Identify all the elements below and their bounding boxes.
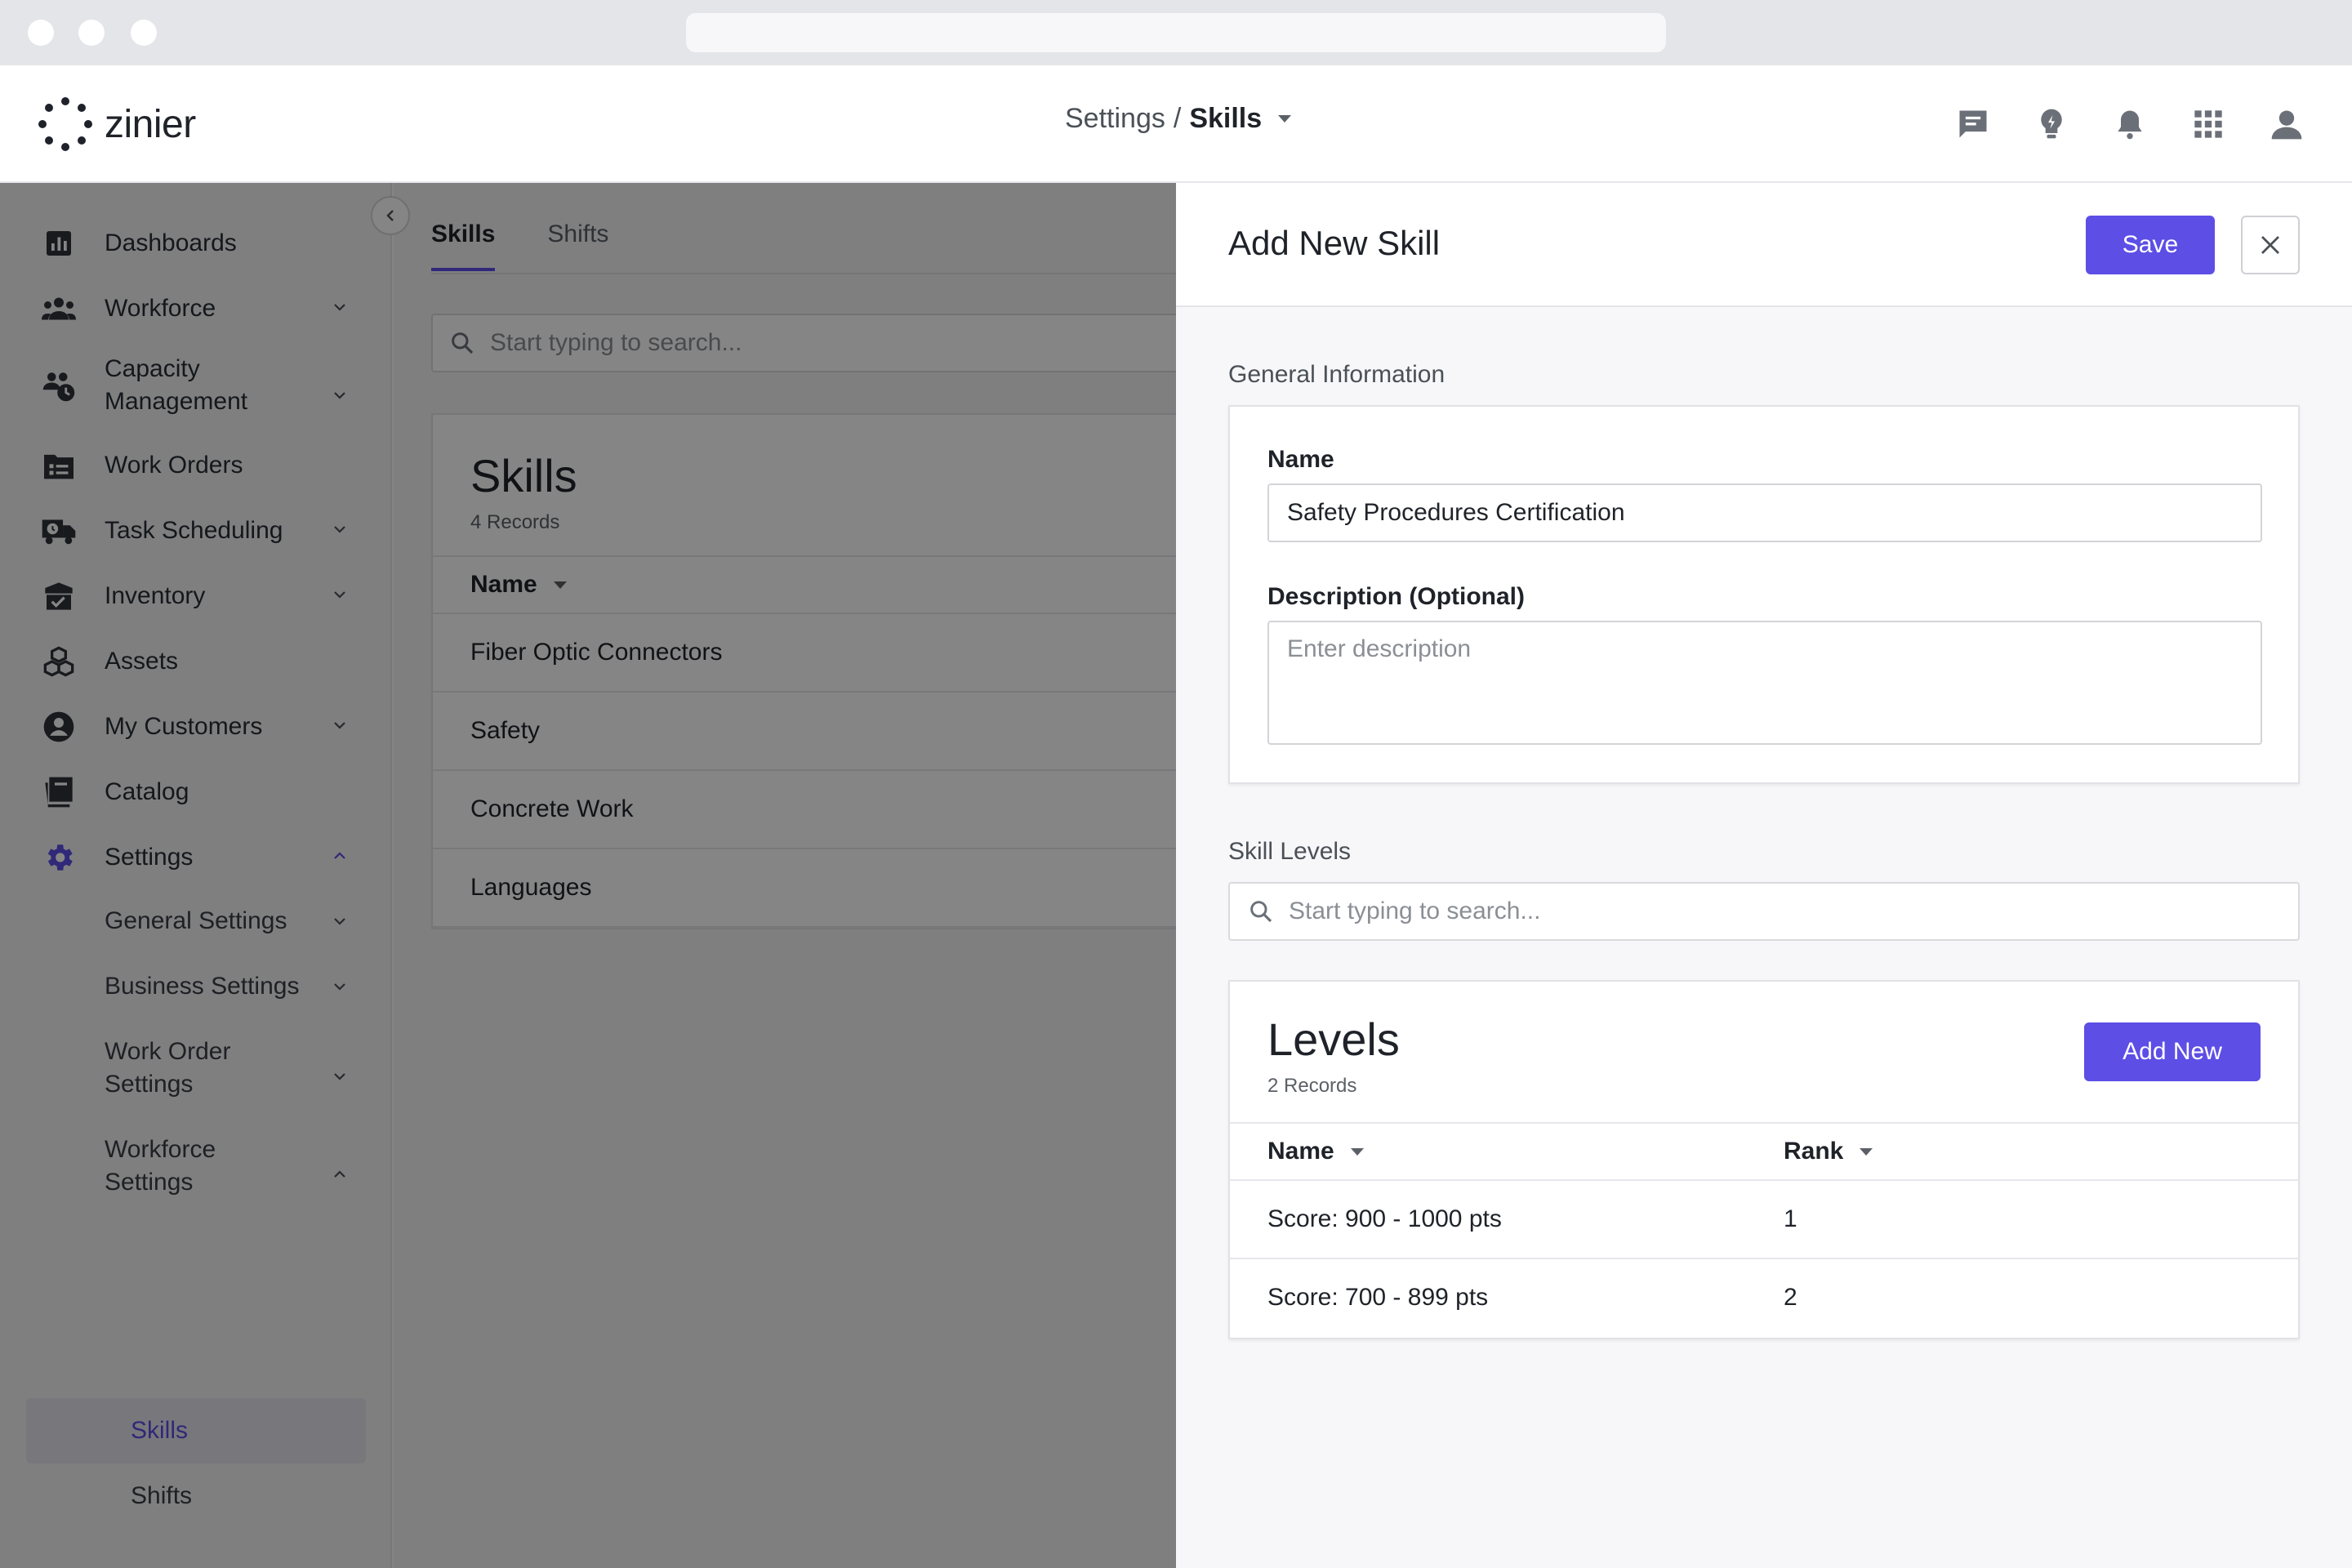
column-header-label: Name bbox=[1267, 1138, 1334, 1165]
app-header: zinier Settings / Skills bbox=[0, 65, 2352, 183]
sort-icon[interactable] bbox=[1860, 1147, 1873, 1156]
breadcrumb-current: Skills bbox=[1189, 103, 1263, 134]
add-skill-drawer: Add New Skill Save General Information N… bbox=[1176, 183, 2352, 1568]
levels-title: Levels bbox=[1267, 1013, 1400, 1065]
breadcrumb-parent[interactable]: Settings bbox=[1065, 103, 1165, 135]
zinier-logo[interactable]: zinier bbox=[38, 96, 196, 152]
header-actions bbox=[1916, 103, 2308, 145]
column-header-label: Rank bbox=[1784, 1138, 1844, 1165]
name-label: Name bbox=[1267, 446, 1334, 473]
levels-table-header: Name Rank bbox=[1230, 1122, 2298, 1181]
general-information-card: Name Description (Optional) bbox=[1228, 405, 2300, 784]
add-new-level-button[interactable]: Add New bbox=[2084, 1022, 2261, 1081]
search-icon bbox=[1250, 901, 1272, 923]
search-placeholder: Start typing to search... bbox=[1289, 898, 1541, 924]
breadcrumb[interactable]: Settings / Skills bbox=[1065, 103, 1292, 135]
level-rank: 1 bbox=[1784, 1205, 1797, 1232]
levels-record-count: 2 Records bbox=[1267, 1075, 1357, 1097]
drawer-header: Add New Skill Save bbox=[1176, 183, 2352, 307]
browser-chrome bbox=[0, 0, 2352, 65]
modal-backdrop[interactable] bbox=[0, 183, 1176, 1568]
levels-search-input[interactable]: Start typing to search... bbox=[1228, 882, 2300, 941]
column-header-name[interactable]: Name bbox=[1267, 1124, 1364, 1179]
user-icon[interactable] bbox=[2265, 103, 2308, 145]
logo-mark-icon bbox=[38, 97, 92, 151]
window-minimize-dot[interactable] bbox=[78, 20, 105, 46]
name-input[interactable] bbox=[1267, 483, 2262, 542]
sort-icon[interactable] bbox=[1350, 1147, 1364, 1156]
table-row[interactable]: Score: 700 - 899 pts 2 bbox=[1230, 1259, 2298, 1338]
window-maximize-dot[interactable] bbox=[131, 20, 157, 46]
level-name: Score: 900 - 1000 pts bbox=[1267, 1205, 1502, 1232]
level-name: Score: 700 - 899 pts bbox=[1267, 1284, 1489, 1311]
lightbulb-icon[interactable] bbox=[2030, 103, 2073, 145]
logo-text: zinier bbox=[105, 102, 196, 146]
window-close-dot[interactable] bbox=[28, 20, 54, 46]
level-rank: 2 bbox=[1784, 1284, 1797, 1311]
close-button[interactable] bbox=[2241, 216, 2300, 274]
save-button[interactable]: Save bbox=[2086, 216, 2215, 274]
general-information-label: General Information bbox=[1228, 361, 1446, 388]
breadcrumb-separator: / bbox=[1173, 103, 1182, 134]
address-bar[interactable] bbox=[686, 13, 1666, 52]
chat-icon[interactable] bbox=[1952, 103, 1994, 145]
skill-levels-label: Skill Levels bbox=[1228, 838, 1352, 865]
column-header-rank[interactable]: Rank bbox=[1784, 1124, 1873, 1179]
close-icon bbox=[2261, 236, 2279, 254]
description-textarea[interactable] bbox=[1267, 621, 2262, 745]
description-label: Description (Optional) bbox=[1267, 583, 1525, 610]
bell-icon[interactable] bbox=[2109, 103, 2151, 145]
table-row[interactable]: Score: 900 - 1000 pts 1 bbox=[1230, 1181, 2298, 1259]
breadcrumb-dropdown-icon[interactable] bbox=[1278, 115, 1292, 122]
drawer-title: Add New Skill bbox=[1228, 224, 1441, 262]
levels-table-card: Levels 2 Records Add New Name Rank Score… bbox=[1228, 980, 2300, 1339]
apps-grid-icon[interactable] bbox=[2187, 103, 2230, 145]
